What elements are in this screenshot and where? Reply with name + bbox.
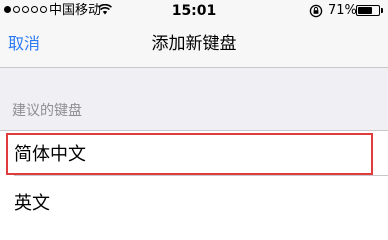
battery-level-fill — [358, 7, 372, 14]
keyboard-option-label: 英文 — [14, 193, 50, 214]
keyboard-option-simplified-chinese[interactable]: 简体中文 — [0, 131, 388, 176]
keyboard-option-english[interactable]: 英文 — [0, 176, 388, 221]
page-title: 添加新键盘 — [151, 34, 237, 54]
battery-cap — [381, 8, 383, 13]
navigation-bar: 取消 添加新键盘 — [0, 22, 388, 67]
battery-percent: 71% — [328, 3, 357, 18]
keyboard-list: 简体中文 英文 — [0, 130, 388, 223]
status-bar: 中国移动 15:01 71% — [0, 0, 388, 22]
top-bar: 中国移动 15:01 71% 取消 添加新键盘 — [0, 0, 388, 68]
section-header-suggested-keyboards: 建议的键盘 — [12, 103, 82, 119]
keyboard-option-label: 简体中文 — [14, 144, 86, 165]
add-keyboard-screen: 中国移动 15:01 71% 取消 添加新键盘 建议的键盘 简体中文 英文 — [0, 0, 388, 223]
rotation-lock-icon — [309, 4, 323, 22]
battery-icon — [356, 5, 380, 16]
